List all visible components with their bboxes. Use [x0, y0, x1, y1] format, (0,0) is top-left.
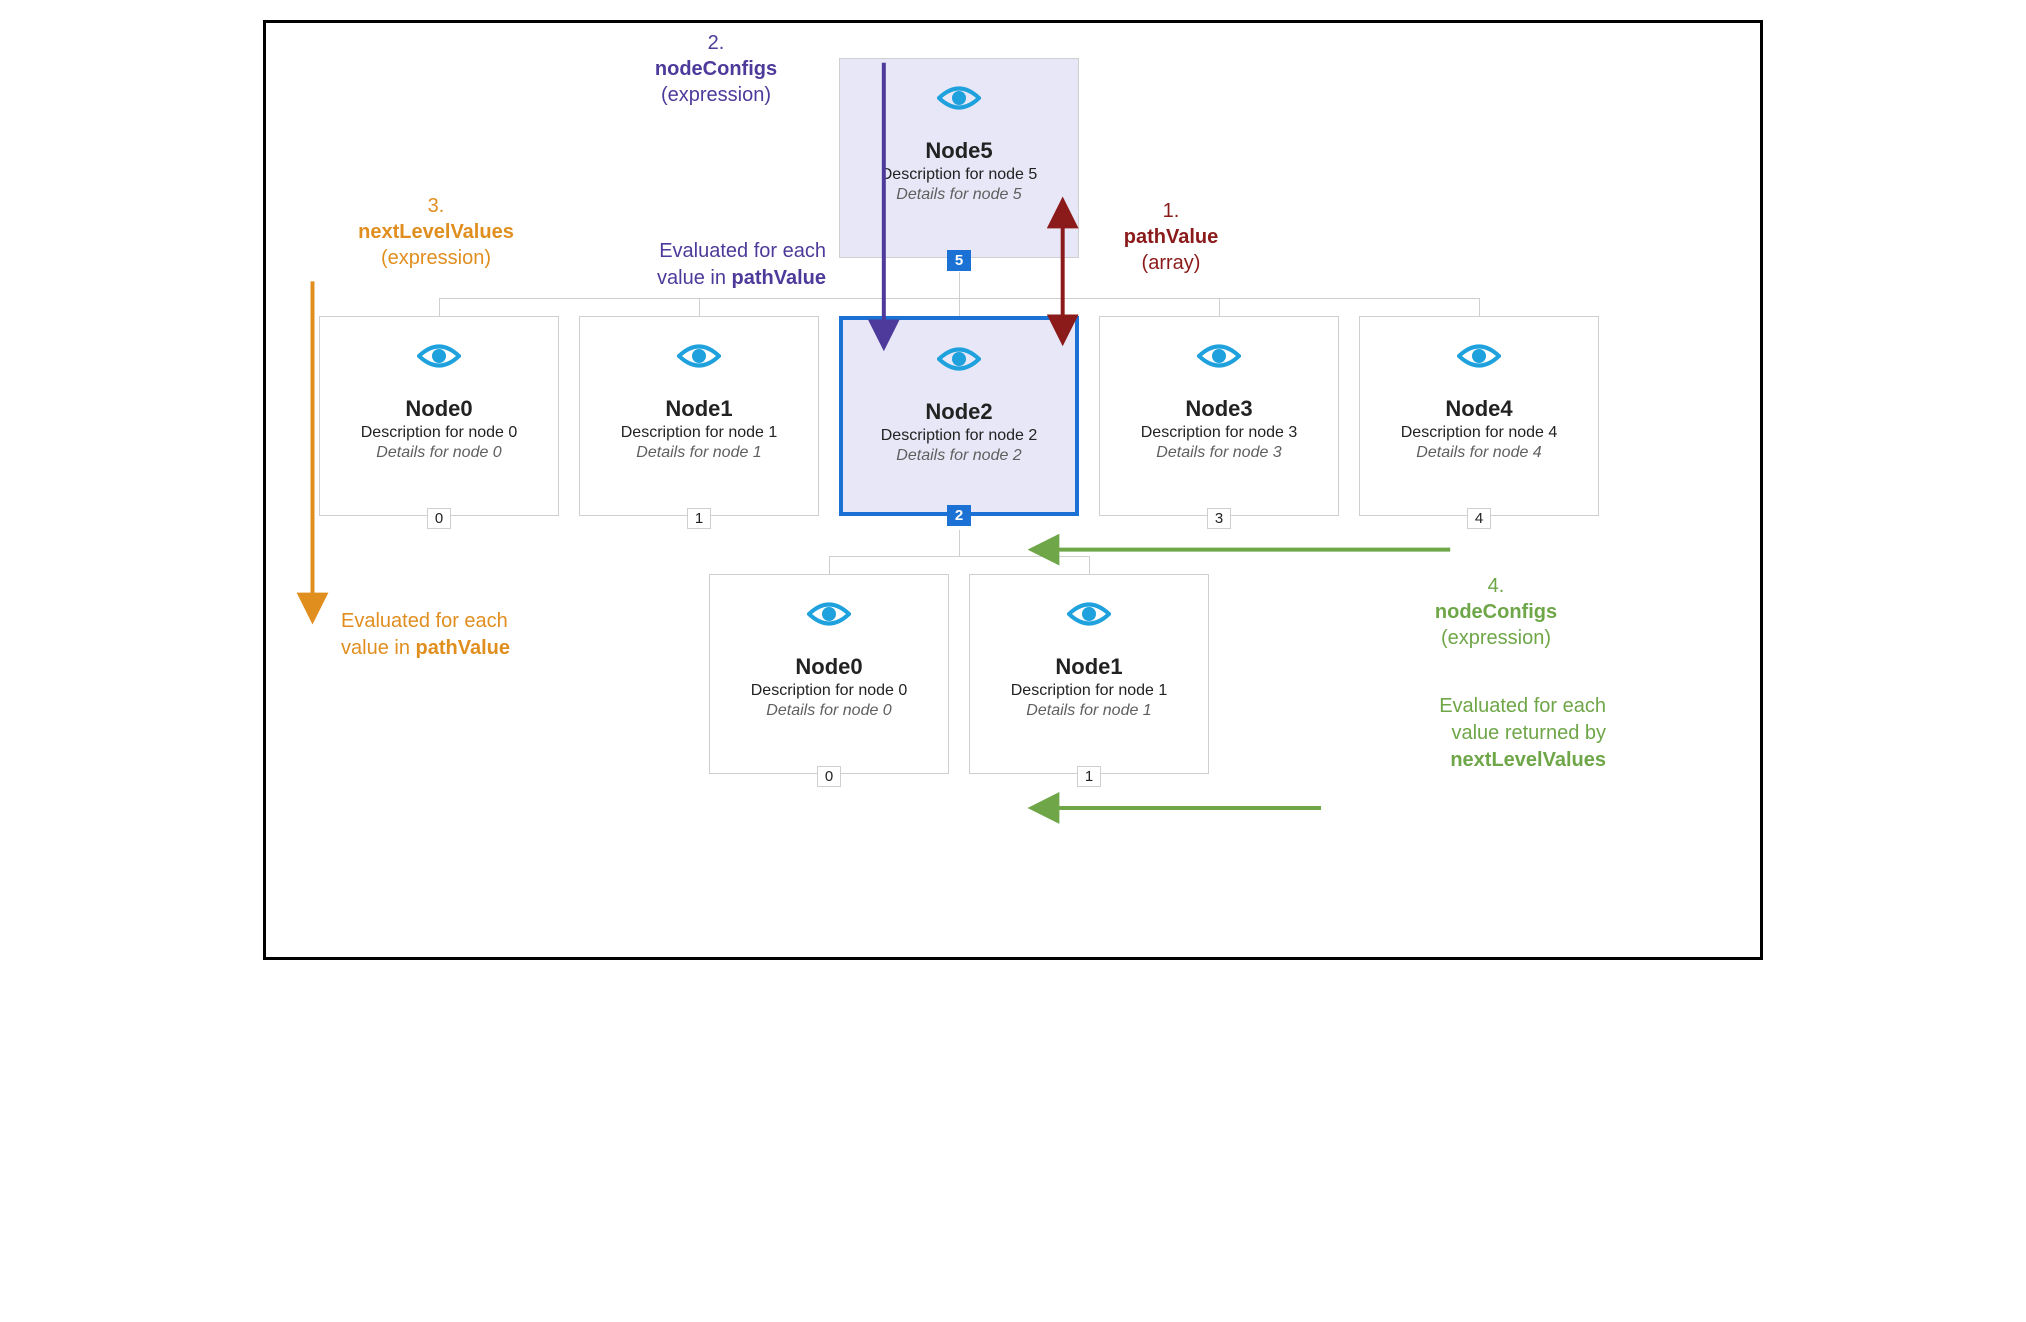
- tree-connector: [439, 298, 440, 316]
- label-nodeconfigs-bottom: 4. nodeConfigs (expression): [1386, 573, 1606, 651]
- node-card: Node1 Description for node 1 Details for…: [969, 574, 1209, 774]
- tree-connector: [959, 530, 960, 556]
- tree-connector: [699, 298, 700, 316]
- tree-connector: [1089, 556, 1090, 574]
- label-nextlevelvalues: 3. nextLevelValues (expression): [326, 193, 546, 271]
- node-details: Details for node 5: [840, 186, 1078, 204]
- node-desc: Description for node 2: [843, 427, 1075, 445]
- node-badge: 0: [427, 508, 451, 529]
- eye-icon: [1457, 341, 1501, 376]
- node-title: Node1: [970, 654, 1208, 680]
- node-card: Node1 Description for node 1 Details for…: [579, 316, 819, 516]
- node-desc: Description for node 3: [1100, 424, 1338, 442]
- node-details: Details for node 0: [320, 444, 558, 462]
- node-badge: 1: [687, 508, 711, 529]
- node-badge: 1: [1077, 766, 1101, 787]
- eye-icon: [937, 344, 981, 379]
- tree-connector: [959, 298, 960, 316]
- node-details: Details for node 1: [580, 444, 818, 462]
- node-title: Node4: [1360, 396, 1598, 422]
- node-details: Details for node 1: [970, 702, 1208, 720]
- eye-icon: [1067, 599, 1111, 634]
- node-badge: 2: [947, 505, 971, 526]
- node-title: Node0: [710, 654, 948, 680]
- eye-icon: [1197, 341, 1241, 376]
- note-purple: Evaluated for each value in pathValue: [596, 238, 826, 292]
- node-card: Node0 Description for node 0 Details for…: [319, 316, 559, 516]
- tree-connector: [1479, 298, 1480, 316]
- node-title: Node5: [840, 138, 1078, 164]
- node-details: Details for node 2: [843, 447, 1075, 465]
- node-badge: 0: [817, 766, 841, 787]
- node-desc: Description for node 0: [320, 424, 558, 442]
- node-card: Node0 Description for node 0 Details for…: [709, 574, 949, 774]
- node-card: Node4 Description for node 4 Details for…: [1359, 316, 1599, 516]
- node-card: Node3 Description for node 3 Details for…: [1099, 316, 1339, 516]
- eye-icon: [937, 83, 981, 118]
- eye-icon: [417, 341, 461, 376]
- node-details: Details for node 0: [710, 702, 948, 720]
- node-title: Node3: [1100, 396, 1338, 422]
- node-desc: Description for node 1: [580, 424, 818, 442]
- tree-connector: [959, 272, 960, 298]
- node-card-selected: Node2 Description for node 2 Details for…: [839, 316, 1079, 516]
- node-desc: Description for node 5: [840, 166, 1078, 184]
- label-nodeconfigs-top: 2. nodeConfigs (expression): [606, 30, 826, 108]
- node-desc: Description for node 0: [710, 682, 948, 700]
- node-title: Node0: [320, 396, 558, 422]
- node-badge: 3: [1207, 508, 1231, 529]
- node-desc: Description for node 1: [970, 682, 1208, 700]
- label-pathvalue: 1. pathValue (array): [1091, 198, 1251, 276]
- node-title: Node1: [580, 396, 818, 422]
- node-details: Details for node 4: [1360, 444, 1598, 462]
- node-title: Node2: [843, 399, 1075, 425]
- node-badge: 4: [1467, 508, 1491, 529]
- node-badge: 5: [947, 250, 971, 271]
- tree-connector: [829, 556, 1089, 557]
- diagram-frame: Node5 Description for node 5 Details for…: [263, 20, 1763, 960]
- note-green: Evaluated for each value returned by nex…: [1356, 693, 1606, 774]
- note-orange: Evaluated for each value in pathValue: [341, 608, 581, 662]
- node-desc: Description for node 4: [1360, 424, 1598, 442]
- node-card-top: Node5 Description for node 5 Details for…: [839, 58, 1079, 258]
- eye-icon: [677, 341, 721, 376]
- node-details: Details for node 3: [1100, 444, 1338, 462]
- tree-connector: [829, 556, 830, 574]
- tree-connector: [1219, 298, 1220, 316]
- eye-icon: [807, 599, 851, 634]
